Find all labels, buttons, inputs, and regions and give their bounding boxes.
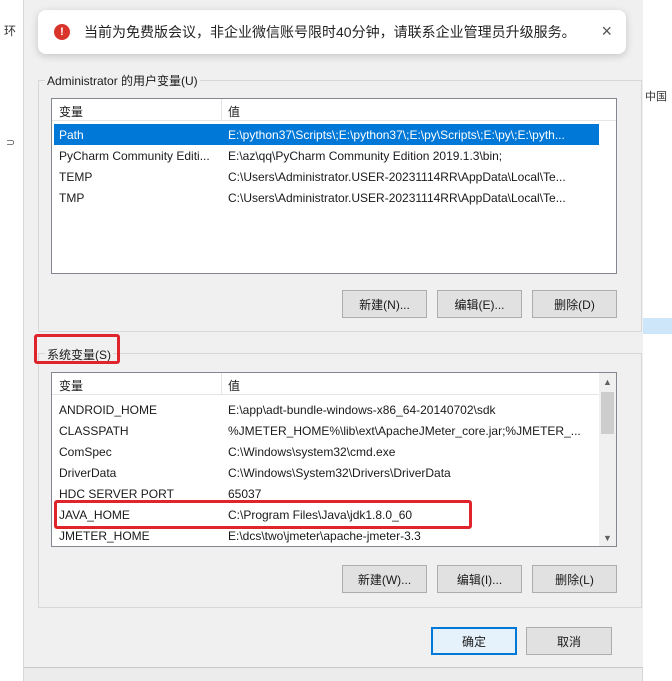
variable-value: C:\Program Files\Java\jdk1.8.0_60 [228, 508, 413, 522]
system-edit-button[interactable]: 编辑(I)... [437, 565, 522, 593]
background-window-right: 中国 [642, 0, 672, 681]
variable-value: C:\Users\Administrator.USER-20231114RR\A… [228, 191, 566, 205]
variable-name: DriverData [59, 466, 117, 480]
column-header-value[interactable]: 值 [228, 103, 240, 120]
background-window-left: 环 ⊃ [0, 0, 24, 681]
user-variables-list[interactable]: 变量 值 Path E:\python37\Scripts\;E:\python… [51, 98, 617, 274]
variable-name: Path [59, 128, 84, 142]
list-item[interactable]: ANDROID_HOME E:\app\adt-bundle-windows-x… [54, 399, 599, 420]
list-item[interactable]: DriverData C:\Windows\System32\Drivers\D… [54, 462, 599, 483]
variable-value: E:\python37\Scripts\;E:\python37\;E:\py\… [228, 128, 565, 142]
variable-name: PyCharm Community Editi... [59, 149, 210, 163]
list-item[interactable]: TMP C:\Users\Administrator.USER-20231114… [54, 187, 599, 208]
list-item[interactable]: CLASSPATH %JMETER_HOME%\lib\ext\ApacheJM… [54, 420, 599, 441]
system-variables-list[interactable]: 变量 值 ANDROID_HOME E:\app\adt-bundle-wind… [51, 372, 617, 547]
user-delete-button[interactable]: 删除(D) [532, 290, 617, 318]
variable-value: E:\app\adt-bundle-windows-x86_64-2014070… [228, 403, 496, 417]
user-variables-title: Administrator 的用户变量(U) [45, 72, 200, 89]
variable-value: 65037 [228, 487, 262, 501]
warning-icon: ! [54, 24, 70, 40]
list-item[interactable]: HDC SERVER PORT 65037 [54, 483, 599, 504]
list-item[interactable]: ComSpec C:\Windows\system32\cmd.exe [54, 441, 599, 462]
cancel-button[interactable]: 取消 [526, 627, 612, 655]
environment-variables-dialog: Administrator 的用户变量(U) 变量 值 Path E:\pyth… [24, 0, 643, 668]
ok-button[interactable]: 确定 [431, 627, 517, 655]
variable-value: E:\az\qq\PyCharm Community Edition 2019.… [228, 149, 503, 163]
variable-name: HDC SERVER PORT [59, 487, 174, 501]
background-text-fragment-2: ⊃ [6, 137, 16, 149]
variable-name: TMP [59, 191, 85, 205]
variable-value: C:\Windows\system32\cmd.exe [228, 445, 396, 459]
scroll-up-icon[interactable]: ▲ [599, 373, 616, 390]
system-new-button[interactable]: 新建(W)... [342, 565, 427, 593]
system-delete-button[interactable]: 删除(L) [532, 565, 617, 593]
column-header-variable[interactable]: 变量 [59, 377, 83, 394]
list-item[interactable]: JMETER_HOME E:\dcs\two\jmeter\apache-jme… [54, 525, 599, 546]
vertical-scrollbar[interactable]: ▲ ▼ [599, 373, 616, 546]
list-item[interactable]: PyCharm Community Editi... E:\az\qq\PyCh… [54, 145, 599, 166]
variable-name: ComSpec [59, 445, 112, 459]
variable-value: %JMETER_HOME%\lib\ext\ApacheJMeter_core.… [228, 424, 581, 438]
user-edit-button[interactable]: 编辑(E)... [437, 290, 522, 318]
banner-message: 当前为免费版会议，非企业微信账号限时40分钟，请联系企业管理员升级服务。 [84, 24, 576, 40]
variable-name: JAVA_HOME [59, 508, 130, 522]
list-header: 变量 值 [52, 373, 599, 395]
background-text-fragment: 环 [4, 24, 17, 38]
variable-name: CLASSPATH [59, 424, 129, 438]
background-text-fragment-right: 中国 [645, 91, 667, 103]
column-header-variable[interactable]: 变量 [59, 103, 83, 120]
background-selection-mark [643, 318, 672, 334]
variable-name: JMETER_HOME [59, 529, 150, 543]
scroll-down-icon[interactable]: ▼ [599, 529, 616, 546]
list-header: 变量 值 [52, 99, 616, 121]
scrollbar-thumb[interactable] [601, 392, 614, 434]
notification-banner: ! 当前为免费版会议，非企业微信账号限时40分钟，请联系企业管理员升级服务。 × [38, 10, 626, 54]
list-item[interactable]: Path E:\python37\Scripts\;E:\python37\;E… [54, 124, 599, 145]
column-header-value[interactable]: 值 [228, 377, 240, 394]
close-icon[interactable]: × [601, 22, 612, 40]
system-variables-title: 系统变量(S) [45, 346, 113, 363]
list-item[interactable]: TEMP C:\Users\Administrator.USER-2023111… [54, 166, 599, 187]
variable-name: ANDROID_HOME [59, 403, 158, 417]
variable-value: C:\Windows\System32\Drivers\DriverData [228, 466, 451, 480]
variable-value: C:\Users\Administrator.USER-20231114RR\A… [228, 170, 566, 184]
variable-value: E:\dcs\two\jmeter\apache-jmeter-3.3 [228, 529, 421, 543]
variable-name: TEMP [59, 170, 93, 184]
user-new-button[interactable]: 新建(N)... [342, 290, 427, 318]
list-item[interactable]: JAVA_HOME C:\Program Files\Java\jdk1.8.0… [54, 504, 599, 525]
